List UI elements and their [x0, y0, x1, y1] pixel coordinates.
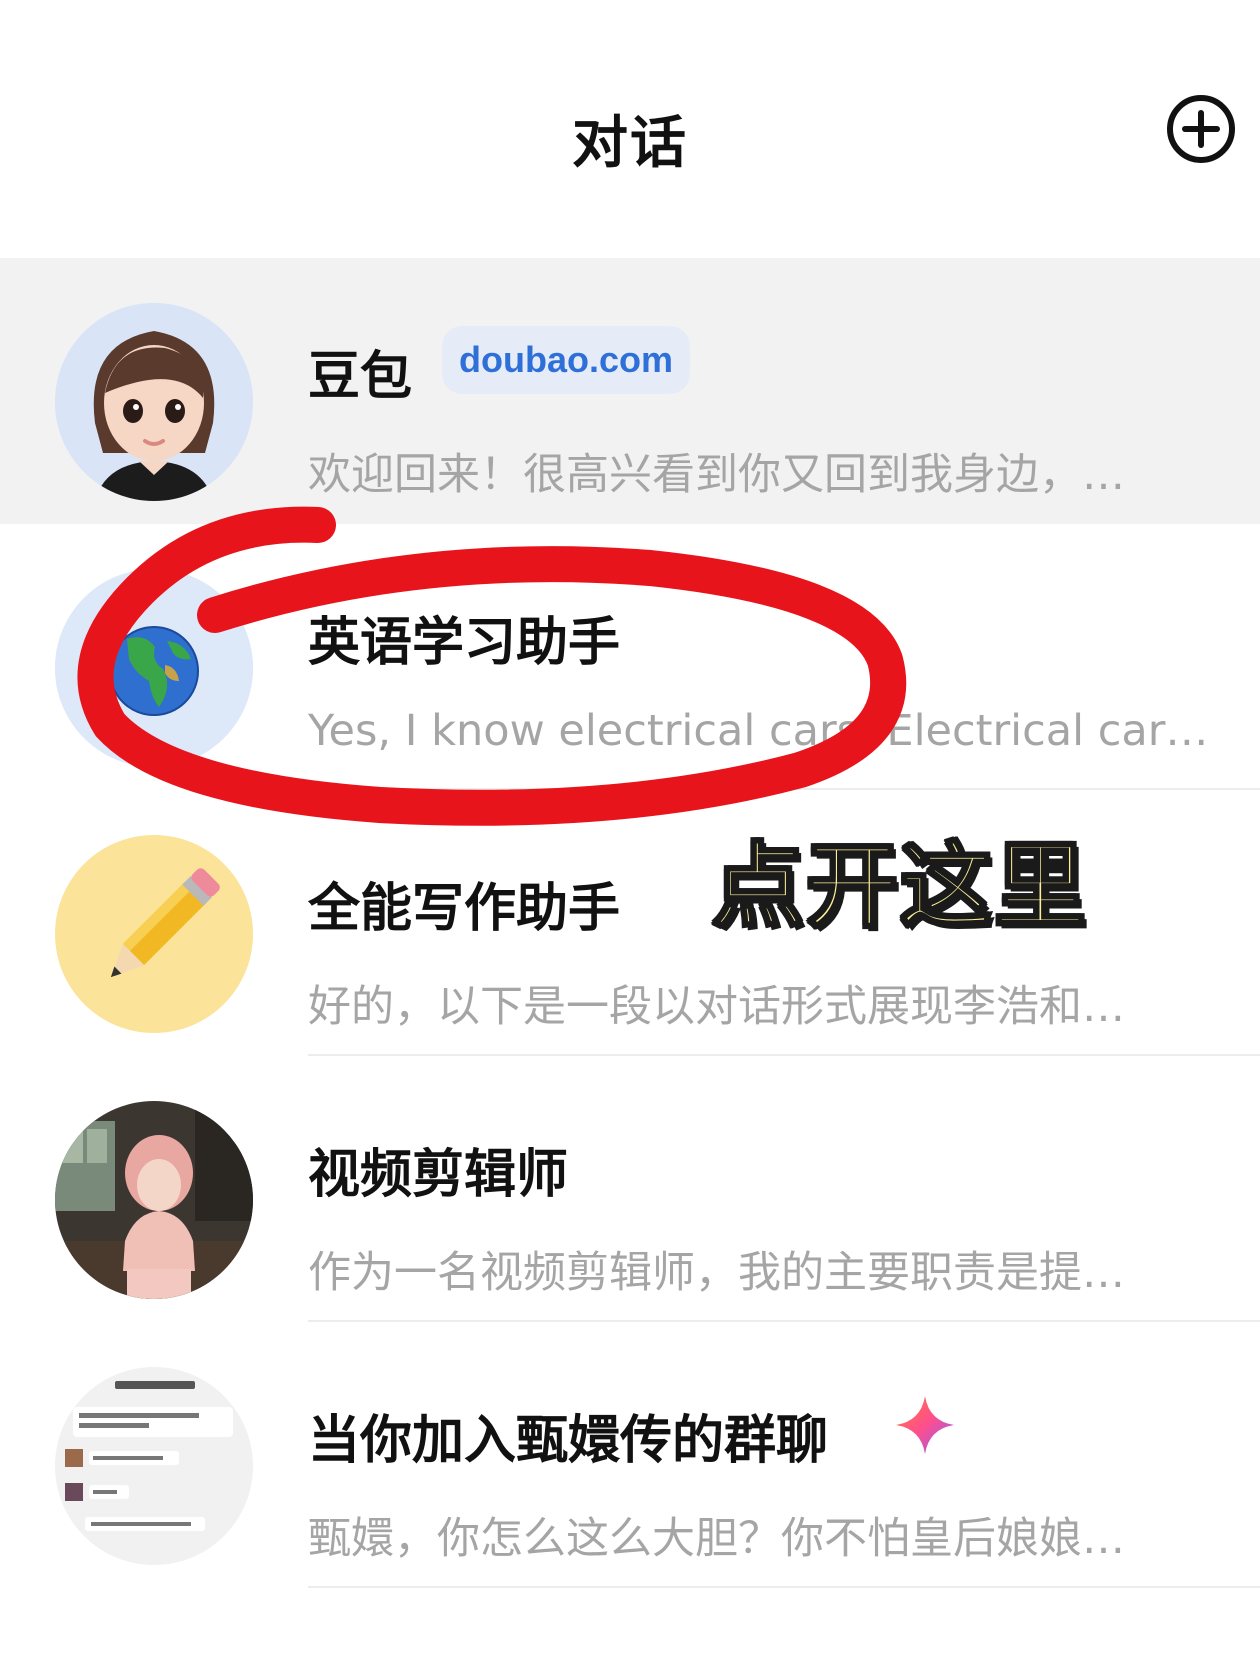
- divider: [308, 1586, 1260, 1588]
- plus-circle-icon[interactable]: [1166, 94, 1236, 164]
- conversation-name: 当你加入甄嬛传的群聊: [308, 1411, 829, 1471]
- sparkle-icon: [896, 1396, 954, 1454]
- conversation-preview: Yes, I know electrical cars. Electrical …: [308, 706, 1213, 756]
- doubao-girl-avatar: [55, 303, 253, 501]
- pencil-icon: [55, 835, 253, 1033]
- conversation-name: 豆包: [308, 347, 413, 407]
- chat-screenshot-avatar: [55, 1367, 253, 1565]
- globe-avatar: [55, 569, 253, 767]
- conversation-item-doubao[interactable]: 豆包 doubao.com 欢迎回来！很高兴看到你又回到我身边，…: [0, 258, 1260, 524]
- page-title: 对话: [572, 111, 688, 176]
- conversation-name: 英语学习助手: [308, 613, 621, 673]
- conversation-name: 全能写作助手: [308, 879, 621, 939]
- top-bar: 对话: [0, 0, 1260, 258]
- pencil-avatar: [55, 835, 253, 1033]
- conversation-name: 视频剪辑师: [308, 1145, 569, 1205]
- conversation-preview: 好的，以下是一段以对话形式展现李浩和…: [308, 982, 1125, 1032]
- conversation-item-video-editor[interactable]: 视频剪辑师 作为一名视频剪辑师，我的主要职责是提…: [0, 1056, 1260, 1322]
- conversation-preview: 作为一名视频剪辑师，我的主要职责是提…: [308, 1248, 1125, 1298]
- site-badge: doubao.com: [442, 326, 690, 394]
- photo-avatar: [55, 1101, 253, 1299]
- conversation-item-zhenhuan-group[interactable]: 当你加入甄嬛传的群聊 甄嬛，你怎么这么大胆？你不怕皇后娘娘…: [0, 1322, 1260, 1588]
- globe-icon: [55, 569, 253, 767]
- conversation-item-writing-assistant[interactable]: 全能写作助手 好的，以下是一段以对话形式展现李浩和…: [0, 790, 1260, 1056]
- conversation-item-english-assistant[interactable]: 英语学习助手 Yes, I know electrical cars. Elec…: [0, 524, 1260, 790]
- conversation-preview: 欢迎回来！很高兴看到你又回到我身边，…: [308, 450, 1125, 500]
- conversation-preview: 甄嬛，你怎么这么大胆？你不怕皇后娘娘…: [308, 1514, 1125, 1564]
